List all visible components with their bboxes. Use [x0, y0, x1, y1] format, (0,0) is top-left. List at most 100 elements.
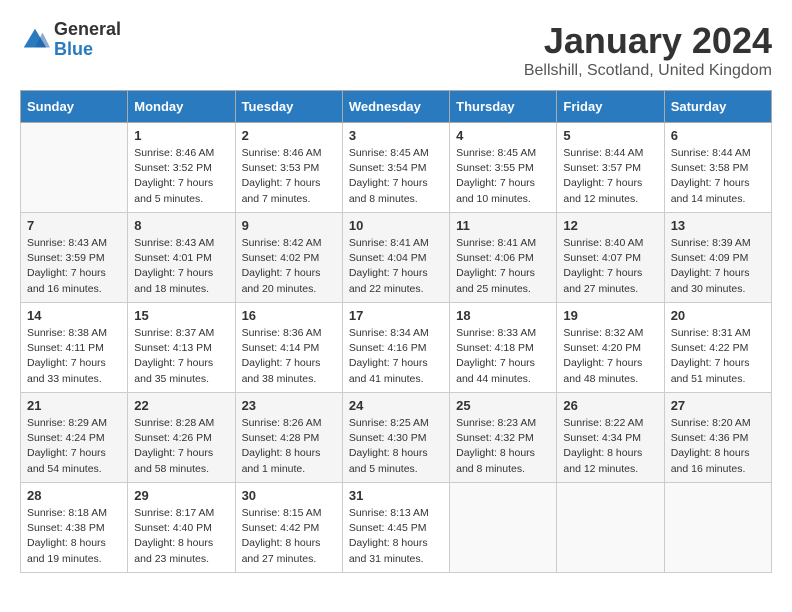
- logo-blue: Blue: [54, 40, 121, 60]
- day-number: 14: [27, 308, 121, 323]
- day-cell: 2Sunrise: 8:46 AMSunset: 3:53 PMDaylight…: [235, 123, 342, 213]
- day-info: Sunrise: 8:13 AMSunset: 4:45 PMDaylight:…: [349, 507, 429, 565]
- day-cell: 6 Sunrise: 8:44 AMSunset: 3:58 PMDaylight…: [664, 123, 771, 213]
- day-info: Sunrise: 8:17 AMSunset: 4:40 PMDaylight:…: [134, 507, 214, 565]
- day-info: Sunrise: 8:31 AMSunset: 4:22 PMDaylight:…: [671, 327, 751, 385]
- day-number: 12: [563, 218, 657, 233]
- day-cell: 4 Sunrise: 8:45 AMSunset: 3:55 PMDaylight…: [450, 123, 557, 213]
- day-info: Sunrise: 8:41 AMSunset: 4:06 PMDaylight:…: [456, 237, 536, 295]
- week-row-2: 7 Sunrise: 8:43 AMSunset: 3:59 PMDaylight…: [21, 213, 772, 303]
- day-info: Sunrise: 8:36 AMSunset: 4:14 PMDaylight:…: [242, 327, 322, 385]
- day-cell: [450, 483, 557, 573]
- day-info: Sunrise: 8:28 AMSunset: 4:26 PMDaylight:…: [134, 417, 214, 475]
- day-info: Sunrise: 8:45 AMSunset: 3:55 PMDaylight:…: [456, 147, 536, 205]
- day-number: 30: [242, 488, 336, 503]
- day-info: Sunrise: 8:44 AMSunset: 3:57 PMDaylight:…: [563, 147, 643, 205]
- day-info: Sunrise: 8:29 AMSunset: 4:24 PMDaylight:…: [27, 417, 107, 475]
- day-number: 19: [563, 308, 657, 323]
- logo: General Blue: [20, 20, 121, 60]
- day-number: 18: [456, 308, 550, 323]
- day-info: Sunrise: 8:34 AMSunset: 4:16 PMDaylight:…: [349, 327, 429, 385]
- logo-text: General Blue: [54, 20, 121, 60]
- week-row-5: 28Sunrise: 8:18 AMSunset: 4:38 PMDayligh…: [21, 483, 772, 573]
- day-number: 9: [242, 218, 336, 233]
- day-number: 24: [349, 398, 443, 413]
- day-number: 3: [349, 128, 443, 143]
- day-info: Sunrise: 8:45 AMSunset: 3:54 PMDaylight:…: [349, 147, 429, 205]
- day-info: Sunrise: 8:37 AMSunset: 4:13 PMDaylight:…: [134, 327, 214, 385]
- day-cell: 28Sunrise: 8:18 AMSunset: 4:38 PMDayligh…: [21, 483, 128, 573]
- day-cell: 22Sunrise: 8:28 AMSunset: 4:26 PMDayligh…: [128, 393, 235, 483]
- day-info: Sunrise: 8:26 AMSunset: 4:28 PMDaylight:…: [242, 417, 322, 475]
- day-info: Sunrise: 8:41 AMSunset: 4:04 PMDaylight:…: [349, 237, 429, 295]
- week-row-3: 14 Sunrise: 8:38 AMSunset: 4:11 PMDayligh…: [21, 303, 772, 393]
- day-cell: 11 Sunrise: 8:41 AMSunset: 4:06 PMDayligh…: [450, 213, 557, 303]
- day-cell: 19Sunrise: 8:32 AMSunset: 4:20 PMDayligh…: [557, 303, 664, 393]
- logo-icon: [20, 25, 50, 55]
- day-cell: 25Sunrise: 8:23 AMSunset: 4:32 PMDayligh…: [450, 393, 557, 483]
- day-cell: [557, 483, 664, 573]
- day-cell: 24 Sunrise: 8:25 AMSunset: 4:30 PMDayligh…: [342, 393, 449, 483]
- day-info: Sunrise: 8:46 AMSunset: 3:53 PMDaylight:…: [242, 147, 322, 205]
- day-number: 26: [563, 398, 657, 413]
- day-number: 27: [671, 398, 765, 413]
- day-number: 7: [27, 218, 121, 233]
- location-subtitle: Bellshill, Scotland, United Kingdom: [524, 62, 772, 80]
- day-info: Sunrise: 8:22 AMSunset: 4:34 PMDaylight:…: [563, 417, 643, 475]
- day-cell: 3 Sunrise: 8:45 AMSunset: 3:54 PMDaylight…: [342, 123, 449, 213]
- day-cell: 30 Sunrise: 8:15 AMSunset: 4:42 PMDayligh…: [235, 483, 342, 573]
- day-number: 8: [134, 218, 228, 233]
- day-info: Sunrise: 8:20 AMSunset: 4:36 PMDaylight:…: [671, 417, 751, 475]
- day-cell: 10 Sunrise: 8:41 AMSunset: 4:04 PMDayligh…: [342, 213, 449, 303]
- day-info: Sunrise: 8:15 AMSunset: 4:42 PMDaylight:…: [242, 507, 322, 565]
- col-monday: Monday: [128, 91, 235, 123]
- day-cell: 9 Sunrise: 8:42 AMSunset: 4:02 PMDaylight…: [235, 213, 342, 303]
- col-friday: Friday: [557, 91, 664, 123]
- day-cell: 13Sunrise: 8:39 AMSunset: 4:09 PMDayligh…: [664, 213, 771, 303]
- day-cell: 18 Sunrise: 8:33 AMSunset: 4:18 PMDayligh…: [450, 303, 557, 393]
- day-cell: 5 Sunrise: 8:44 AMSunset: 3:57 PMDaylight…: [557, 123, 664, 213]
- day-number: 21: [27, 398, 121, 413]
- day-number: 10: [349, 218, 443, 233]
- day-cell: 16Sunrise: 8:36 AMSunset: 4:14 PMDayligh…: [235, 303, 342, 393]
- day-cell: [21, 123, 128, 213]
- logo-general: General: [54, 20, 121, 40]
- day-cell: 23 Sunrise: 8:26 AMSunset: 4:28 PMDayligh…: [235, 393, 342, 483]
- day-number: 11: [456, 218, 550, 233]
- day-info: Sunrise: 8:25 AMSunset: 4:30 PMDaylight:…: [349, 417, 429, 475]
- week-row-1: 1Sunrise: 8:46 AMSunset: 3:52 PMDaylight…: [21, 123, 772, 213]
- day-info: Sunrise: 8:18 AMSunset: 4:38 PMDaylight:…: [27, 507, 107, 565]
- week-row-4: 21 Sunrise: 8:29 AMSunset: 4:24 PMDayligh…: [21, 393, 772, 483]
- page-header: General Blue January 2024 Bellshill, Sco…: [20, 20, 772, 80]
- day-info: Sunrise: 8:43 AMSunset: 3:59 PMDaylight:…: [27, 237, 107, 295]
- day-info: Sunrise: 8:42 AMSunset: 4:02 PMDaylight:…: [242, 237, 322, 295]
- calendar-table: Sunday Monday Tuesday Wednesday Thursday…: [20, 90, 772, 573]
- day-info: Sunrise: 8:43 AMSunset: 4:01 PMDaylight:…: [134, 237, 214, 295]
- day-cell: 14 Sunrise: 8:38 AMSunset: 4:11 PMDayligh…: [21, 303, 128, 393]
- col-wednesday: Wednesday: [342, 91, 449, 123]
- day-cell: 8 Sunrise: 8:43 AMSunset: 4:01 PMDaylight…: [128, 213, 235, 303]
- day-cell: 31Sunrise: 8:13 AMSunset: 4:45 PMDayligh…: [342, 483, 449, 573]
- day-info: Sunrise: 8:40 AMSunset: 4:07 PMDaylight:…: [563, 237, 643, 295]
- day-cell: 20 Sunrise: 8:31 AMSunset: 4:22 PMDayligh…: [664, 303, 771, 393]
- col-thursday: Thursday: [450, 91, 557, 123]
- day-number: 17: [349, 308, 443, 323]
- day-cell: 17 Sunrise: 8:34 AMSunset: 4:16 PMDayligh…: [342, 303, 449, 393]
- day-cell: 27 Sunrise: 8:20 AMSunset: 4:36 PMDayligh…: [664, 393, 771, 483]
- day-number: 4: [456, 128, 550, 143]
- day-cell: [664, 483, 771, 573]
- day-info: Sunrise: 8:33 AMSunset: 4:18 PMDaylight:…: [456, 327, 536, 385]
- day-number: 23: [242, 398, 336, 413]
- day-info: Sunrise: 8:38 AMSunset: 4:11 PMDaylight:…: [27, 327, 107, 385]
- day-cell: 21 Sunrise: 8:29 AMSunset: 4:24 PMDayligh…: [21, 393, 128, 483]
- day-number: 6: [671, 128, 765, 143]
- day-info: Sunrise: 8:46 AMSunset: 3:52 PMDaylight:…: [134, 147, 214, 205]
- day-number: 20: [671, 308, 765, 323]
- day-cell: 26 Sunrise: 8:22 AMSunset: 4:34 PMDayligh…: [557, 393, 664, 483]
- day-cell: 12 Sunrise: 8:40 AMSunset: 4:07 PMDayligh…: [557, 213, 664, 303]
- day-info: Sunrise: 8:23 AMSunset: 4:32 PMDaylight:…: [456, 417, 536, 475]
- day-number: 29: [134, 488, 228, 503]
- month-title: January 2024: [524, 20, 772, 62]
- day-info: Sunrise: 8:44 AMSunset: 3:58 PMDaylight:…: [671, 147, 751, 205]
- day-number: 5: [563, 128, 657, 143]
